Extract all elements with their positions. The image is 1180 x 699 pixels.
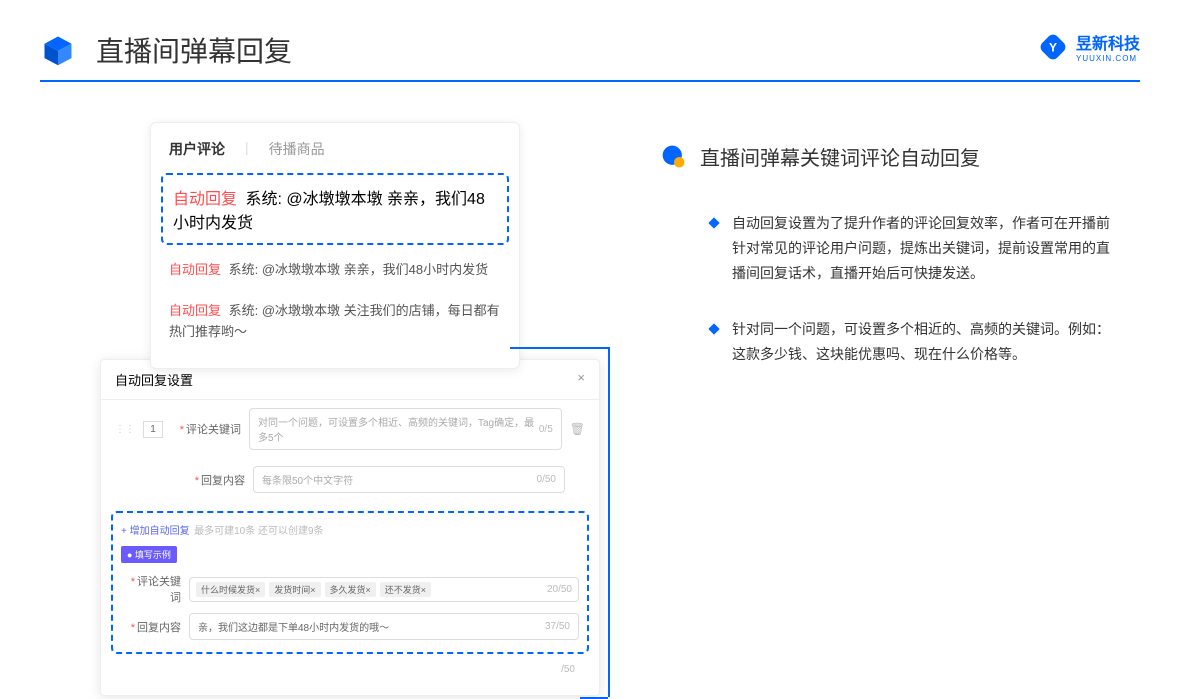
comment-item: 自动回复 系统: @冰墩墩本墩 关注我们的店铺，每日都有热门推荐哟～ (169, 291, 501, 353)
settings-card: 自动回复设置 × ⋮⋮ 1 *评论关键词 对同一个问题，可设置多个相近、高频的关… (100, 359, 600, 696)
comments-card: 用户评论 | 待播商品 自动回复 系统: @冰墩墩本墩 亲亲，我们48小时内发货… (150, 122, 520, 369)
example-content-input[interactable]: 亲，我们这边都是下单48小时内发货的哦～ 37/50 (189, 613, 579, 640)
auto-reply-tag: 自动回复 (169, 303, 221, 318)
bullet-item: 针对同一个问题，可设置多个相近的、高频的关键词。例如：这款多少钱、这块能优惠吗、… (660, 317, 1120, 367)
chat-bubble-icon (660, 143, 688, 171)
trash-icon[interactable]: 🗑 (570, 422, 585, 436)
row-index: 1 (143, 421, 163, 438)
example-box: + 增加自动回复 最多可建10条 还可以创建9条 ● 填写示例 *评论关键词 什… (111, 511, 589, 654)
page-title: 直播间弹幕回复 (96, 30, 292, 70)
tab-user-comments[interactable]: 用户评论 (169, 139, 225, 159)
diamond-icon (708, 323, 719, 334)
svg-text:Y: Y (1049, 40, 1057, 54)
example-badge: ● 填写示例 (121, 546, 177, 563)
auto-reply-tag: 自动回复 (173, 191, 237, 208)
example-keyword-input[interactable]: 什么时候发货× 发货时间× 多久发货× 还不发货× 20/50 (189, 577, 579, 602)
section-title: 直播间弹幕关键词评论自动回复 (700, 142, 980, 171)
brand-logo: Y 昱新科技 YUUXIN.COM (1038, 30, 1140, 63)
auto-reply-tag: 自动回复 (169, 262, 221, 277)
logo-sub: YUUXIN.COM (1076, 54, 1140, 63)
cube-icon (40, 32, 76, 68)
diamond-icon (708, 217, 719, 228)
content-input[interactable]: 每条限50个中文字符 0/50 (253, 466, 565, 493)
logo-text: 昱新科技 (1076, 36, 1140, 53)
settings-title: 自动回复设置 (115, 370, 193, 389)
connector-line (510, 347, 610, 349)
connector-line (608, 347, 610, 697)
bullet-item: 自动回复设置为了提升作者的评论回复效率，作者可在开播前针对常见的评论用户问题，提… (660, 211, 1120, 287)
add-auto-reply-link[interactable]: + 增加自动回复 (121, 526, 190, 537)
comment-item-highlighted: 自动回复 系统: @冰墩墩本墩 亲亲，我们48小时内发货 (161, 173, 509, 245)
comment-item: 自动回复 系统: @冰墩墩本墩 亲亲，我们48小时内发货 (169, 250, 501, 291)
close-icon[interactable]: × (577, 370, 585, 389)
logo-icon: Y (1038, 32, 1068, 62)
tab-pending-goods[interactable]: 待播商品 (269, 139, 325, 159)
keyword-input[interactable]: 对同一个问题，可设置多个相近、高频的关键词，Tag确定，最多5个 0/5 (249, 408, 562, 450)
drag-handle-icon[interactable]: ⋮⋮ (115, 424, 135, 435)
